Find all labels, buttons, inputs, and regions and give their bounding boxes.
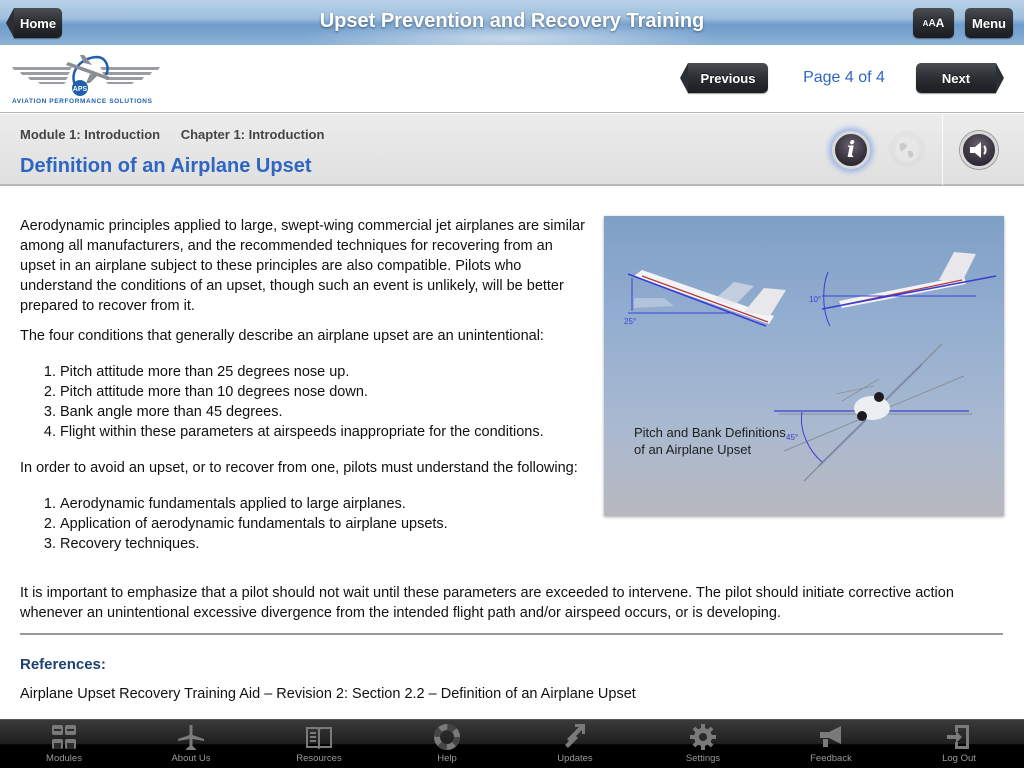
tab-resources[interactable]: Resources (255, 720, 383, 769)
section-header: Module 1: Introduction Chapter 1: Introd… (0, 114, 1024, 186)
previous-label: Previous (700, 70, 756, 86)
tab-label: About Us (171, 753, 211, 764)
aps-logo: APS AVIATION PERFORMANCE SOLUTIONS (10, 53, 162, 107)
tab-modules[interactable]: Modules (0, 720, 128, 769)
header-divider (942, 114, 943, 185)
winged-airplane-logo-icon: APS (12, 55, 160, 96)
conditions-list: Pitch attitude more than 25 degrees nose… (40, 362, 585, 442)
logout-icon (944, 722, 974, 752)
tab-label: Resources (296, 753, 342, 764)
list-item: Pitch attitude more than 25 degrees nose… (60, 362, 585, 382)
tab-updates[interactable]: Updates (511, 720, 639, 769)
tab-label: Feedback (810, 753, 852, 764)
aps-badge-text: APS (73, 86, 88, 93)
logo-pager-row: APS AVIATION PERFORMANCE SOLUTIONS Previ… (0, 45, 1024, 113)
globe-button[interactable] (888, 131, 926, 169)
tab-about-us[interactable]: About Us (127, 720, 255, 769)
understand-list: Aerodynamic fundamentals applied to larg… (40, 494, 585, 554)
tab-log-out[interactable]: Log Out (895, 720, 1023, 769)
menu-button[interactable]: Menu (965, 8, 1013, 38)
intro-paragraph: Aerodynamic principles applied to large,… (20, 218, 585, 314)
modules-icon (49, 722, 79, 752)
upset-definitions-illustration[interactable]: 25° 10° 45° Pitch and Bank Definitions o… (604, 216, 1004, 516)
globe-icon (895, 138, 919, 162)
list-item: Recovery techniques. (60, 534, 585, 554)
references-heading: References: (20, 656, 106, 673)
megaphone-icon (816, 722, 846, 752)
book-icon (304, 722, 334, 752)
reference-item: Airplane Upset Recovery Training Aid – R… (20, 686, 636, 702)
airplane-attitudes-diagram: 25° 10° 45° (624, 252, 997, 482)
list-item: Flight within these parameters at airspe… (60, 422, 585, 442)
angle-label-25: 25° (624, 317, 636, 326)
logo-tagline: AVIATION PERFORMANCE SOLUTIONS (12, 98, 153, 105)
font-size-button[interactable]: A A A (913, 8, 954, 38)
gear-icon (688, 722, 718, 752)
figure-caption: Pitch and Bank Definitions of an Airplan… (634, 425, 786, 457)
updates-icon (560, 722, 590, 752)
list-item: Aerodynamic fundamentals applied to larg… (60, 494, 585, 514)
top-navigation-bar: Upset Prevention and Recovery Training H… (0, 0, 1024, 45)
font-size-medium-glyph: A (928, 17, 936, 29)
bank-angle-airplane-icon: 45° (774, 343, 972, 482)
tab-label: Modules (46, 753, 82, 764)
list-item: Application of aerodynamic fundamentals … (60, 514, 585, 534)
breadcrumb: Module 1: Introduction Chapter 1: Introd… (20, 127, 341, 142)
conditions-lead: The four conditions that generally descr… (20, 328, 544, 344)
lifebuoy-icon (432, 722, 462, 752)
tab-label: Settings (685, 753, 721, 764)
audio-button[interactable] (960, 131, 998, 169)
emphasis-paragraph: It is important to emphasize that a pilo… (20, 585, 954, 621)
lesson-text-column: Aerodynamic principles applied to large,… (20, 216, 585, 554)
tab-label: Help (437, 753, 457, 764)
breadcrumb-chapter: Chapter 1: Introduction (180, 127, 325, 142)
section-divider (20, 633, 1003, 635)
font-size-large-glyph: A (935, 16, 945, 30)
next-label: Next (941, 70, 971, 86)
info-icon: i (846, 137, 856, 163)
tab-label: Updates (557, 753, 593, 764)
info-button[interactable]: i (832, 131, 870, 169)
home-button[interactable]: Home (6, 8, 62, 38)
bottom-tab-bar: Modules About Us Resources Help Updates … (0, 719, 1024, 768)
next-page-button[interactable]: Next (916, 63, 1004, 93)
pitch-down-airplane-icon: 10° (809, 252, 997, 327)
tab-label: Log Out (942, 753, 976, 764)
speaker-icon (970, 142, 987, 158)
tab-feedback[interactable]: Feedback (767, 720, 895, 769)
tab-settings[interactable]: Settings (639, 720, 767, 769)
menu-button-label: Menu (972, 15, 1006, 31)
angle-label-10: 10° (809, 295, 821, 304)
page-indicator: Page 4 of 4 (803, 69, 885, 86)
tab-help[interactable]: Help (383, 720, 511, 769)
list-item: Pitch attitude more than 10 degrees nose… (60, 382, 585, 402)
page-title: Definition of an Airplane Upset (20, 155, 312, 177)
home-button-label: Home (19, 15, 57, 31)
previous-page-button[interactable]: Previous (680, 63, 768, 93)
pitch-up-airplane-icon: 25° (624, 270, 786, 327)
understand-lead: In order to avoid an upset, or to recove… (20, 460, 578, 476)
list-item: Bank angle more than 45 degrees. (60, 402, 585, 422)
app-title: Upset Prevention and Recovery Training (319, 10, 705, 32)
airplane-icon (176, 722, 206, 752)
breadcrumb-module: Module 1: Introduction (20, 127, 161, 142)
